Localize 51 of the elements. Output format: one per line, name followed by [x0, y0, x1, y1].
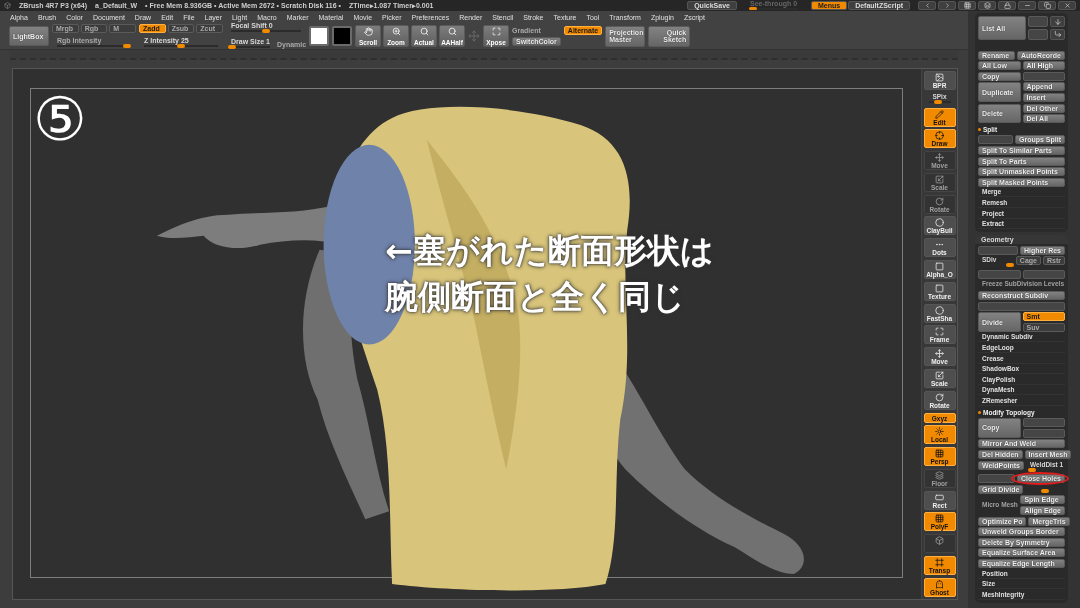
- local-icon: [935, 427, 944, 437]
- layout-icon[interactable]: [978, 1, 996, 10]
- slider-thumb[interactable]: [934, 99, 943, 104]
- render-icon: [935, 73, 944, 82]
- step-number: ⑤: [33, 87, 87, 151]
- app-logo-icon: [4, 1, 11, 10]
- pencil-icon: [935, 109, 944, 119]
- square-icon: [935, 262, 944, 272]
- minimize-icon[interactable]: [1018, 1, 1036, 10]
- empty-button[interactable]: [1022, 428, 1065, 438]
- grid-icon: [935, 449, 944, 459]
- color-swatch[interactable]: [332, 26, 352, 46]
- search-icon: [447, 27, 457, 36]
- scale-icon: [935, 370, 944, 380]
- grid-icon: [935, 514, 944, 524]
- move-icon: [935, 153, 944, 163]
- zoom-icon: [391, 27, 401, 36]
- slider-thumb[interactable]: [1027, 467, 1036, 472]
- empty-button[interactable]: [1022, 418, 1065, 428]
- empty-button[interactable]: [978, 301, 1065, 311]
- slider-thumb[interactable]: [123, 43, 132, 48]
- slider-thumb[interactable]: [1041, 488, 1050, 493]
- move-icon: [935, 349, 944, 359]
- lock-icon[interactable]: [998, 1, 1016, 10]
- slider-thumb[interactable]: [262, 29, 270, 33]
- empty-button[interactable]: [1028, 28, 1048, 40]
- rotate-icon: [935, 392, 944, 402]
- sphere-icon: [935, 218, 944, 228]
- close-icon[interactable]: [1058, 1, 1076, 10]
- slider-thumb[interactable]: [1005, 263, 1014, 268]
- box-icon: [935, 536, 944, 546]
- crosshair-icon: [935, 131, 944, 141]
- search-icon: [419, 27, 429, 36]
- hand-icon: [363, 27, 373, 36]
- ghost-icon: [935, 579, 944, 589]
- scale-icon: [935, 174, 944, 184]
- empty-button[interactable]: [978, 135, 1013, 145]
- restore-icon[interactable]: [1038, 1, 1056, 10]
- color-swatch[interactable]: [309, 26, 329, 46]
- slider-thumb[interactable]: [177, 43, 185, 48]
- slider-thumb[interactable]: [228, 45, 237, 49]
- floor-icon: [935, 470, 944, 480]
- expand-icon: [491, 27, 501, 36]
- slider-thumb[interactable]: [748, 6, 757, 10]
- layout-icon[interactable]: [958, 1, 976, 10]
- rectangle-icon: [935, 492, 944, 502]
- sphere-icon: [935, 305, 944, 315]
- chevron-right-icon[interactable]: [938, 1, 956, 10]
- square-icon: [935, 283, 944, 293]
- rotate-icon: [935, 196, 944, 206]
- chevron-left-icon[interactable]: [918, 1, 936, 10]
